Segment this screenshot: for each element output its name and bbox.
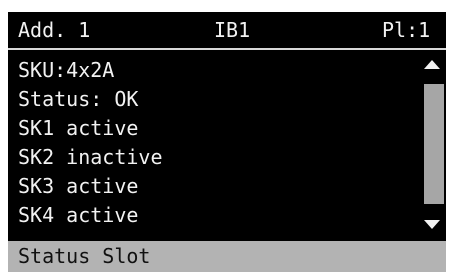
display-screen: Add. 1 IB1 Pl:1 SKU:4x2A Status: OK SK1 … — [8, 12, 446, 272]
scrollbar-thumb[interactable] — [424, 84, 444, 204]
footer-bar: Status Slot — [8, 241, 446, 272]
list-item[interactable]: SK4 active — [18, 201, 418, 230]
list-item[interactable]: SK2 inactive — [18, 143, 418, 172]
scroll-down-icon[interactable] — [424, 220, 440, 229]
list-item[interactable]: Status: OK — [18, 85, 418, 114]
list-item[interactable]: SK3 active — [18, 172, 418, 201]
header-module-label: IB1 — [214, 18, 251, 42]
header-address-label: Add. 1 — [18, 18, 91, 42]
scroll-up-icon[interactable] — [424, 60, 440, 69]
header-divider — [8, 48, 446, 50]
list-item[interactable]: SKU:4x2A — [18, 56, 418, 85]
list-item[interactable]: SK1 active — [18, 114, 418, 143]
header-bar: Add. 1 IB1 Pl:1 — [8, 12, 446, 48]
footer-title: Status Slot — [18, 244, 151, 268]
header-slot-label: Pl:1 — [382, 18, 431, 42]
status-list: SKU:4x2A Status: OK SK1 active SK2 inact… — [18, 56, 418, 230]
scrollbar-track[interactable] — [424, 84, 444, 204]
